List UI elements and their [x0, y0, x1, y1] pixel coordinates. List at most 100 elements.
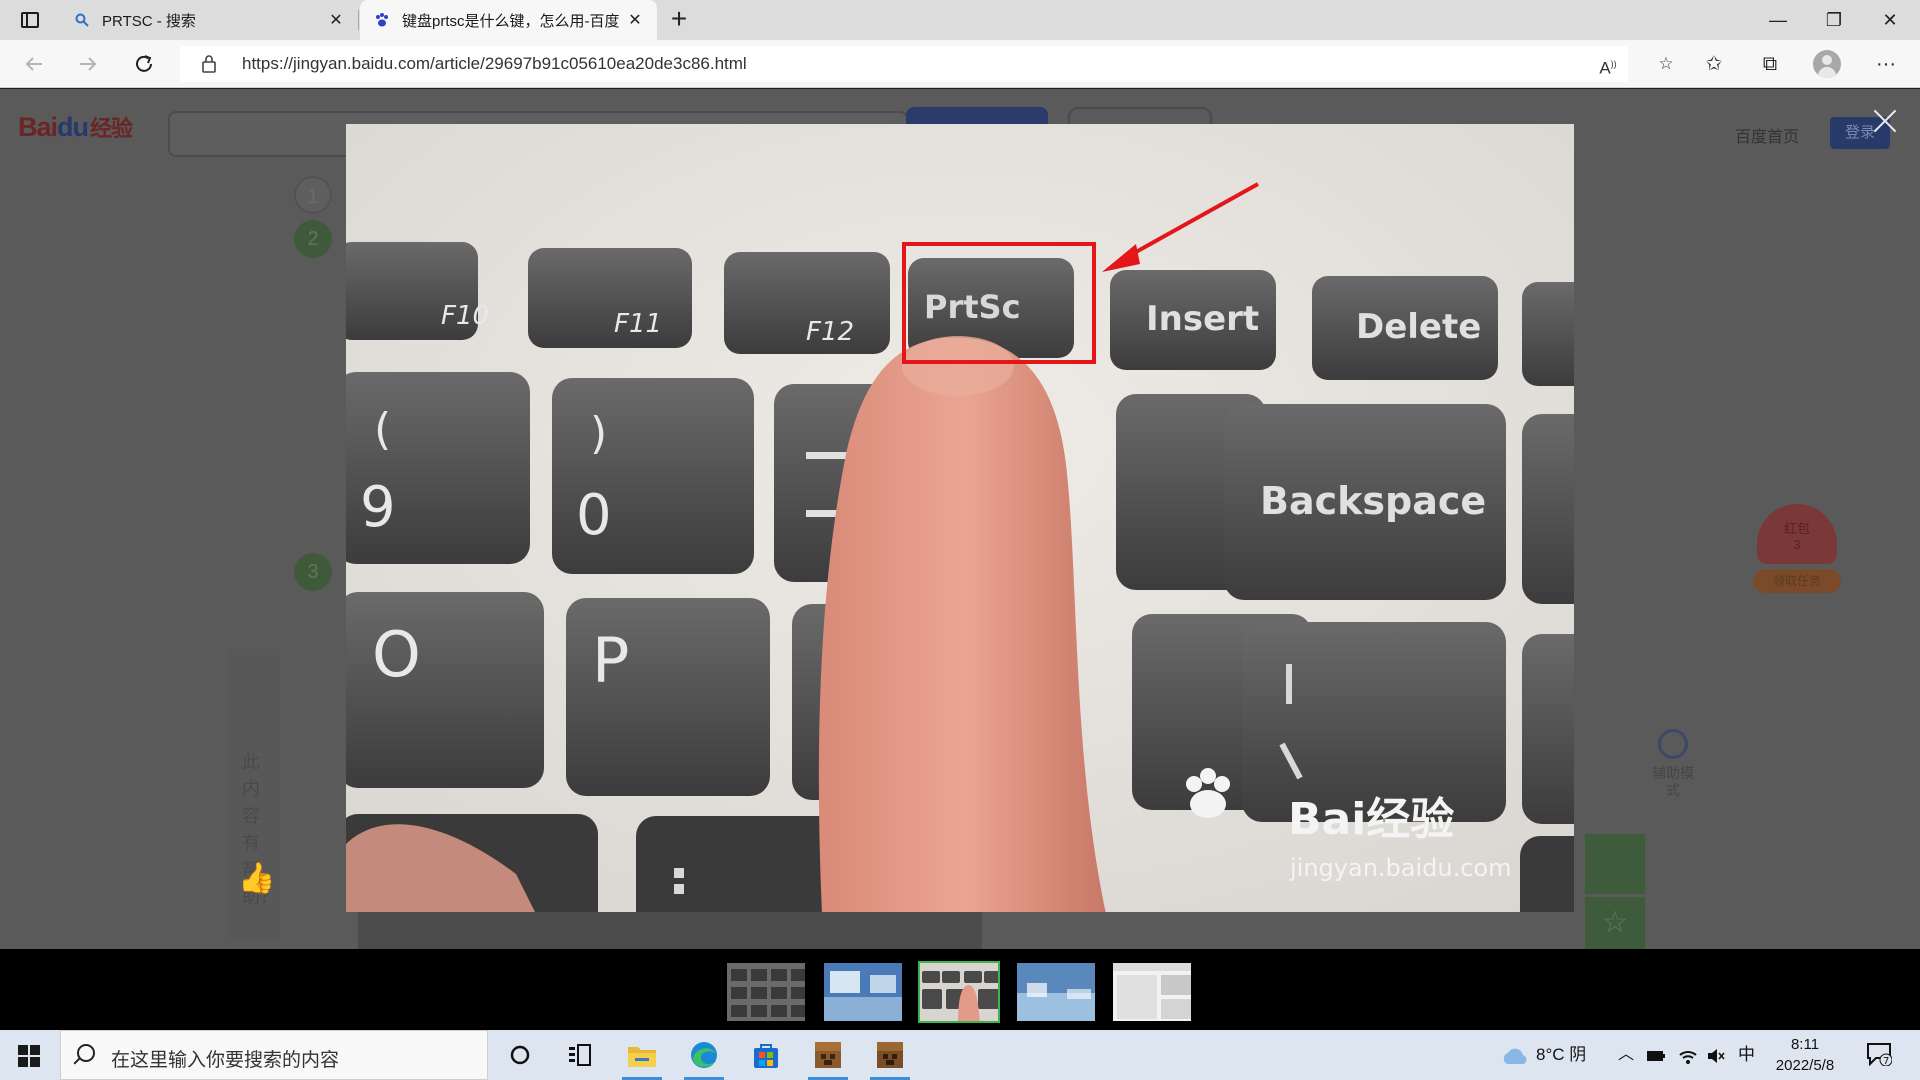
minimize-button[interactable]: —: [1750, 0, 1806, 40]
svg-text:(: (: [374, 404, 391, 455]
show-hidden-icons-chevron[interactable]: ︿: [1618, 1030, 1634, 1080]
lightbox-image: F10 F11 F12 PrtSc Insert Delete ( 9) 0 …: [346, 124, 1574, 912]
tab-close-icon[interactable]: ✕: [621, 10, 649, 30]
svg-text:Bai经验: Bai经验: [1288, 794, 1454, 845]
baidu-paw-icon: [374, 12, 390, 28]
thumbnail-1[interactable]: [725, 961, 807, 1023]
tab-separator: [358, 10, 359, 30]
favorite-star-button[interactable]: ☆: [1585, 897, 1645, 949]
svg-text:Backspace: Backspace: [1260, 479, 1486, 523]
baidu-home-link[interactable]: 百度首页: [1735, 123, 1799, 147]
step-number: 1: [294, 176, 332, 214]
thumbnail-3-selected[interactable]: [918, 961, 1000, 1023]
svg-text:Delete: Delete: [1356, 307, 1481, 347]
delete-key: Delete: [1312, 276, 1498, 380]
more-menu-icon[interactable]: ···: [1866, 48, 1906, 80]
clock-time: 8:11: [1790, 1036, 1820, 1053]
read-aloud-icon[interactable]: A)): [1592, 50, 1624, 78]
weather-widget[interactable]: 8°C 阴: [1500, 1030, 1586, 1080]
backspace-key: Backspace: [1224, 404, 1506, 600]
share-button[interactable]: [1585, 834, 1645, 894]
add-favorite-icon[interactable]: ☆: [1650, 50, 1682, 78]
wifi-icon[interactable]: [1678, 1030, 1698, 1080]
url-text[interactable]: https://jingyan.baidu.com/article/29697b…: [242, 54, 747, 74]
navigation-bar: https://jingyan.baidu.com/article/29697b…: [0, 40, 1920, 88]
step-number: 3: [294, 553, 332, 591]
article-image-preview: [358, 909, 982, 949]
clock-date: 2022/5/8: [1775, 1057, 1835, 1074]
taskbar-search-placeholder: 在这里输入你要搜索的内容: [111, 1050, 340, 1071]
ime-indicator[interactable]: 中: [1738, 1030, 1755, 1080]
f10-key: F10: [346, 242, 489, 340]
tab-title: 键盘prtsc是什么键，怎么用-百度: [402, 12, 620, 30]
tab-prtsc-search[interactable]: PRTSC - 搜索 ✕: [60, 0, 358, 40]
notification-center-icon[interactable]: 7: [1866, 1042, 1893, 1067]
thumbs-up-icon[interactable]: 👍: [238, 861, 275, 896]
svg-text:): ): [590, 408, 607, 459]
red-packet-widget[interactable]: 红包 3: [1757, 504, 1837, 564]
tab-baidu-jingyan[interactable]: 键盘prtsc是什么键，怎么用-百度 ✕: [360, 0, 657, 40]
forward-button[interactable]: [70, 48, 106, 80]
windows-start-icon[interactable]: [18, 1045, 40, 1067]
thumbnail-2[interactable]: [822, 961, 904, 1023]
collections-icon[interactable]: ⧉: [1750, 48, 1790, 80]
battery-icon[interactable]: [1646, 1030, 1666, 1080]
file-explorer-icon[interactable]: [614, 1030, 670, 1080]
assist-mode-button[interactable]: 辅助模式: [1648, 729, 1698, 799]
red-packet-count: 3: [1793, 537, 1801, 552]
lightbox-close-icon[interactable]: [1870, 106, 1900, 136]
task-view-icon[interactable]: [552, 1030, 608, 1080]
profile-avatar[interactable]: [1813, 50, 1841, 78]
maximize-button[interactable]: ❐: [1806, 0, 1862, 40]
svg-text:F11: F11: [614, 309, 662, 339]
o-key: O: [346, 592, 544, 788]
backslash-key: [1242, 622, 1506, 822]
svg-text:7: 7: [1883, 1056, 1889, 1066]
cortana-icon[interactable]: [492, 1030, 548, 1080]
insert-key: Insert: [1110, 270, 1276, 370]
tab-close-icon[interactable]: ✕: [322, 10, 350, 30]
minecraft-launcher-icon[interactable]: [862, 1030, 918, 1080]
lock-icon[interactable]: [202, 55, 216, 73]
f11-key: F11: [528, 248, 692, 348]
svg-text:F10: F10: [441, 301, 489, 331]
thumbnail-4[interactable]: [1015, 961, 1097, 1023]
svg-text:PrtSc: PrtSc: [924, 288, 1021, 326]
search-icon: [74, 12, 90, 28]
0-key: ) 0: [552, 378, 754, 574]
tab-actions-button[interactable]: [12, 8, 48, 32]
svg-text:F12: F12: [806, 317, 854, 347]
weather-text: 8°C 阴: [1536, 1045, 1587, 1064]
svg-text:Insert: Insert: [1146, 299, 1259, 339]
system-clock[interactable]: 8:11 2022/5/8: [1770, 1034, 1840, 1076]
assist-mode-icon: [1658, 729, 1688, 759]
favorites-icon[interactable]: ✩: [1694, 48, 1734, 80]
f12-key: F12: [724, 252, 890, 354]
p-key: P: [566, 598, 770, 796]
svg-text:P: P: [592, 624, 629, 697]
edge-browser-icon[interactable]: [676, 1030, 732, 1080]
svg-text:9: 9: [360, 475, 396, 540]
thumbnail-5[interactable]: [1111, 961, 1193, 1023]
step-number: 2: [294, 220, 332, 258]
cloud-icon: [1503, 1048, 1527, 1064]
svg-text:jingyan.baidu.com: jingyan.baidu.com: [1289, 854, 1511, 882]
windows-taskbar: 在这里输入你要搜索的内容 8°C 阴 ︿ 中 8:11 2022/5/8 7: [0, 1030, 1920, 1080]
baidu-jingyan-logo[interactable]: Baidu经验: [18, 111, 133, 143]
tab-title: PRTSC - 搜索: [102, 12, 196, 30]
address-bar[interactable]: https://jingyan.baidu.com/article/29697b…: [180, 46, 1674, 82]
new-tab-button[interactable]: +: [662, 4, 696, 36]
svg-text:0: 0: [576, 483, 612, 548]
back-button[interactable]: [16, 48, 52, 80]
volume-icon[interactable]: [1706, 1030, 1726, 1080]
9-key: ( 9: [346, 372, 530, 564]
close-window-button[interactable]: ✕: [1862, 0, 1918, 40]
claim-task-button[interactable]: 领取任务: [1753, 569, 1841, 593]
lightbox-thumbnail-strip: [0, 949, 1920, 1030]
microsoft-store-icon[interactable]: [738, 1030, 794, 1080]
tab-actions-icon: [21, 12, 39, 28]
minecraft-app-icon[interactable]: [800, 1030, 856, 1080]
taskbar-search-box[interactable]: 在这里输入你要搜索的内容: [60, 1030, 488, 1080]
search-icon: [77, 1044, 95, 1062]
refresh-button[interactable]: [126, 48, 162, 80]
